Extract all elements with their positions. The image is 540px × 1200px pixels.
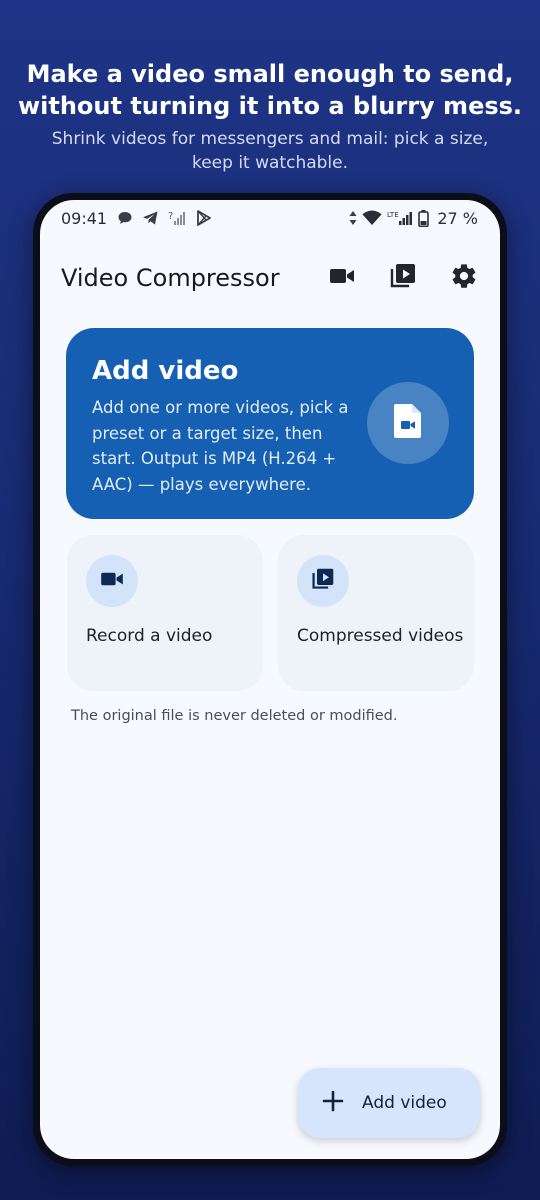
record-video-tile-icon-circle — [86, 555, 138, 607]
add-video-card-description: Add one or more videos, pick a preset or… — [92, 398, 349, 494]
original-file-note: The original file is never deleted or mo… — [71, 708, 398, 724]
app-title: Video Compressor — [61, 264, 280, 292]
videocam-icon — [100, 570, 124, 593]
promo-title: Make a video small enough to send, witho… — [0, 58, 540, 122]
data-arrows-icon — [349, 211, 357, 225]
promo-subtitle-line-1: Shrink videos for messengers and mail: p… — [51, 129, 489, 149]
svg-text:?: ? — [168, 211, 173, 222]
status-time: 09:41 — [61, 208, 108, 228]
battery-icon — [418, 209, 430, 227]
status-bar: 09:41 ? LTE 27 % — [40, 200, 500, 236]
promo-subtitle: Shrink videos for messengers and mail: p… — [20, 127, 520, 175]
settings-icon — [450, 262, 478, 295]
video-file-icon — [393, 403, 423, 444]
promo-title-line-2: without turning it into a blurry mess. — [17, 92, 523, 120]
add-video-fab[interactable]: Add video — [298, 1068, 480, 1138]
add-video-card[interactable]: Add video Add one or more videos, pick a… — [66, 328, 474, 519]
status-right-group: LTE 27 % — [349, 209, 478, 228]
chat-bubble-icon — [117, 210, 133, 226]
record-video-tile[interactable]: Record a video — [67, 535, 263, 691]
compressed-videos-tile-icon-circle — [297, 555, 349, 607]
app-bar-actions — [297, 262, 480, 294]
plus-icon — [322, 1090, 344, 1117]
compressed-videos-tile-label: Compressed videos — [297, 626, 464, 646]
lte-signal-icon: LTE — [387, 210, 413, 226]
wifi-icon — [362, 210, 382, 226]
compressed-videos-button[interactable] — [387, 262, 419, 294]
video-library-icon — [389, 262, 417, 295]
telegram-icon — [142, 210, 159, 226]
promo-title-line-1: Make a video small enough to send, — [26, 60, 514, 88]
videocam-icon — [329, 266, 355, 291]
add-video-card-icon-circle — [367, 382, 449, 464]
play-store-icon — [195, 209, 213, 227]
svg-text:LTE: LTE — [387, 211, 399, 219]
app-screen: 09:41 ? LTE 27 % Video Compressor Add vi… — [40, 200, 500, 1159]
compressed-videos-tile[interactable]: Compressed videos — [278, 535, 474, 691]
settings-button[interactable] — [448, 262, 480, 294]
video-library-icon — [311, 567, 335, 596]
add-video-fab-label: Add video — [362, 1093, 447, 1113]
battery-level: 27 % — [437, 208, 478, 228]
app-bar: Video Compressor — [40, 252, 500, 304]
signal-unknown-icon: ? — [168, 210, 186, 226]
promo-subtitle-line-2: keep it watchable. — [191, 153, 349, 173]
add-video-card-title: Add video — [92, 356, 239, 386]
record-video-tile-label: Record a video — [86, 626, 213, 646]
record-video-button[interactable] — [326, 262, 358, 294]
